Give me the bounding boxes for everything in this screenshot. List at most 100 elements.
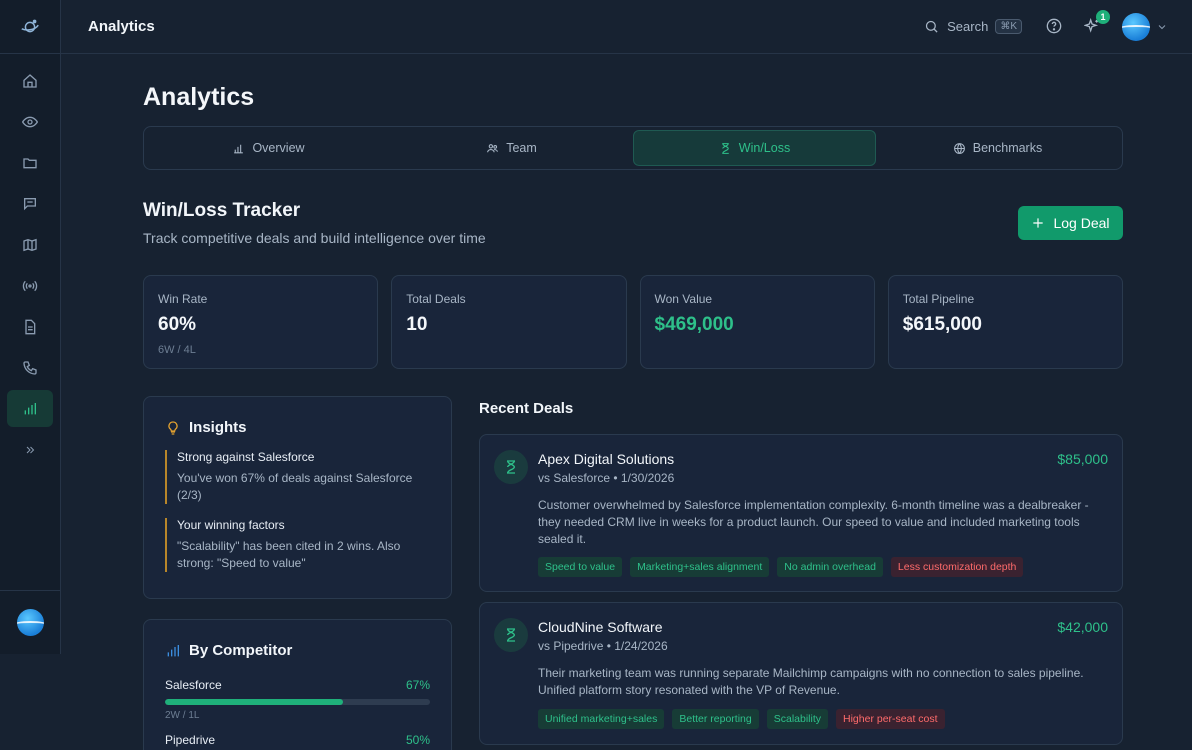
stat-label: Win Rate [158,292,208,306]
broadcast-icon [22,280,38,291]
deal-value: $42,000 [1057,619,1108,635]
tab-benchmarks[interactable]: Benchmarks [876,130,1119,166]
logo-icon [21,19,39,32]
competitor-row: Salesforce 67% 2W / 1L [165,678,430,721]
tab-label: Benchmarks [972,141,1043,155]
deal-card[interactable]: CloudNine Software vs Pipedrive • 1/24/2… [479,602,1123,745]
stat-sub: 6W / 4L [158,344,196,356]
stat-card-total-deals: Total Deals 10 [391,275,627,369]
loss-factor-tag: Higher per-seat cost [836,709,945,729]
sidebar [0,0,61,654]
deal-description: Customer overwhelmed by Salesforce imple… [538,498,1089,546]
section-title: Win/Loss Tracker [143,200,301,221]
hourglass-icon [507,628,516,642]
users-icon [487,143,499,152]
deal-meta: vs Pipedrive • 1/24/2026 [538,639,668,653]
stat-card-won-value: Won Value $469,000 [639,275,875,369]
insight-item: Strong against Salesforce You've won 67%… [165,450,430,504]
sidebar-item-signals[interactable] [7,267,53,304]
tab-overview[interactable]: Overview [147,130,390,166]
tab-win-loss[interactable]: Win/Loss [633,130,876,166]
deal-value: $85,000 [1057,451,1108,467]
page-title: Analytics [143,83,255,111]
avatar[interactable] [16,609,44,636]
sidebar-item-files[interactable] [7,144,53,181]
plus-icon [1033,218,1044,228]
log-deal-button[interactable]: Log Deal [1018,206,1123,240]
insight-body: "Scalability" has been cited in 2 wins. … [177,539,401,570]
deal-description: Their marketing team was running separat… [538,666,1084,697]
stat-label: Total Pipeline [902,292,975,306]
by-competitor-title-text: By Competitor [189,642,293,659]
stat-card-win-rate: Win Rate 60% 6W / 4L [143,275,379,369]
topbar-actions: Search ⌘K 1 [924,9,1168,41]
bar-chart-icon [234,144,244,153]
sidebar-item-watch[interactable] [7,103,53,140]
competitor-name: Salesforce [165,678,222,692]
competitor-record: 2W / 1L [165,710,200,721]
competitor-progress-bar [165,699,430,705]
bar-chart-icon [24,402,36,414]
help-button[interactable] [1046,18,1064,36]
search-button[interactable]: Search ⌘K [924,19,1022,34]
ai-assistant-button[interactable]: 1 [1083,9,1110,36]
deal-icon [494,618,528,652]
recent-deals-title: Recent Deals [479,400,574,417]
sidebar-item-messages[interactable] [7,185,53,222]
tab-label: Win/Loss [738,141,791,155]
hourglass-icon [507,460,516,474]
log-deal-label: Log Deal [1053,215,1110,231]
sidebar-item-map[interactable] [7,226,53,263]
insights-title-text: Insights [189,419,247,436]
insight-heading: Your winning factors [177,518,285,532]
stats-row: Win Rate 60% 6W / 4L Total Deals 10 Won … [143,275,1123,369]
sidebar-item-expand[interactable] [7,431,53,468]
stat-label: Won Value [654,292,713,306]
stat-label: Total Deals [406,292,466,306]
tab-label: Team [506,141,537,155]
insight-body: You've won 67% of deals against Salesfor… [177,471,413,502]
loss-factor-tag: Less customization depth [890,557,1024,577]
chevron-down-icon[interactable] [1156,21,1168,33]
search-label: Search [947,19,989,34]
section-subtitle: Track competitive deals and build intell… [143,230,486,246]
sidebar-item-analytics[interactable] [7,390,53,427]
deal-icon [494,450,528,484]
competitor-row: Pipedrive 50% [165,733,430,747]
search-icon [926,20,938,33]
stat-value: $469,000 [654,314,734,335]
notification-badge: 1 [1096,9,1110,24]
stat-value: 60% [158,314,197,335]
bar-chart-icon [167,644,179,656]
globe-icon [953,142,965,154]
eye-icon [22,116,38,127]
stat-card-total-pipeline: Total Pipeline $615,000 [887,275,1123,369]
win-factor-tag: Scalability [766,709,829,729]
win-factor-tag: Unified marketing+sales [538,709,665,729]
hourglass-icon [722,142,729,154]
competitor-win-pct: 67% [405,678,430,692]
by-competitor-title: By Competitor [165,642,430,659]
logo[interactable] [0,0,60,54]
insights-card: Insights Strong against Salesforce You'v… [143,396,452,599]
folder-icon [23,157,37,168]
sidebar-nav [0,62,60,472]
deal-name: Apex Digital Solutions [538,451,675,467]
win-factor-tag: No admin overhead [777,557,883,577]
sidebar-item-documents[interactable] [7,308,53,345]
deal-tags: Speed to value Marketing+sales alignment… [538,557,1024,577]
phone-icon [23,360,37,375]
help-icon [1046,18,1062,33]
win-factor-tag: Better reporting [672,709,759,729]
tab-team[interactable]: Team [390,130,633,166]
map-icon [23,238,37,251]
tab-label: Overview [252,141,305,155]
sidebar-item-home[interactable] [7,62,53,99]
user-avatar[interactable] [1122,12,1150,41]
search-shortcut: ⌘K [995,19,1022,34]
win-factor-tag: Speed to value [538,557,623,577]
lightbulb-icon [168,420,178,435]
deal-card[interactable]: Apex Digital Solutions vs Salesforce • 1… [479,434,1123,592]
competitor-win-pct: 50% [405,733,430,747]
sidebar-item-calls[interactable] [7,349,53,386]
